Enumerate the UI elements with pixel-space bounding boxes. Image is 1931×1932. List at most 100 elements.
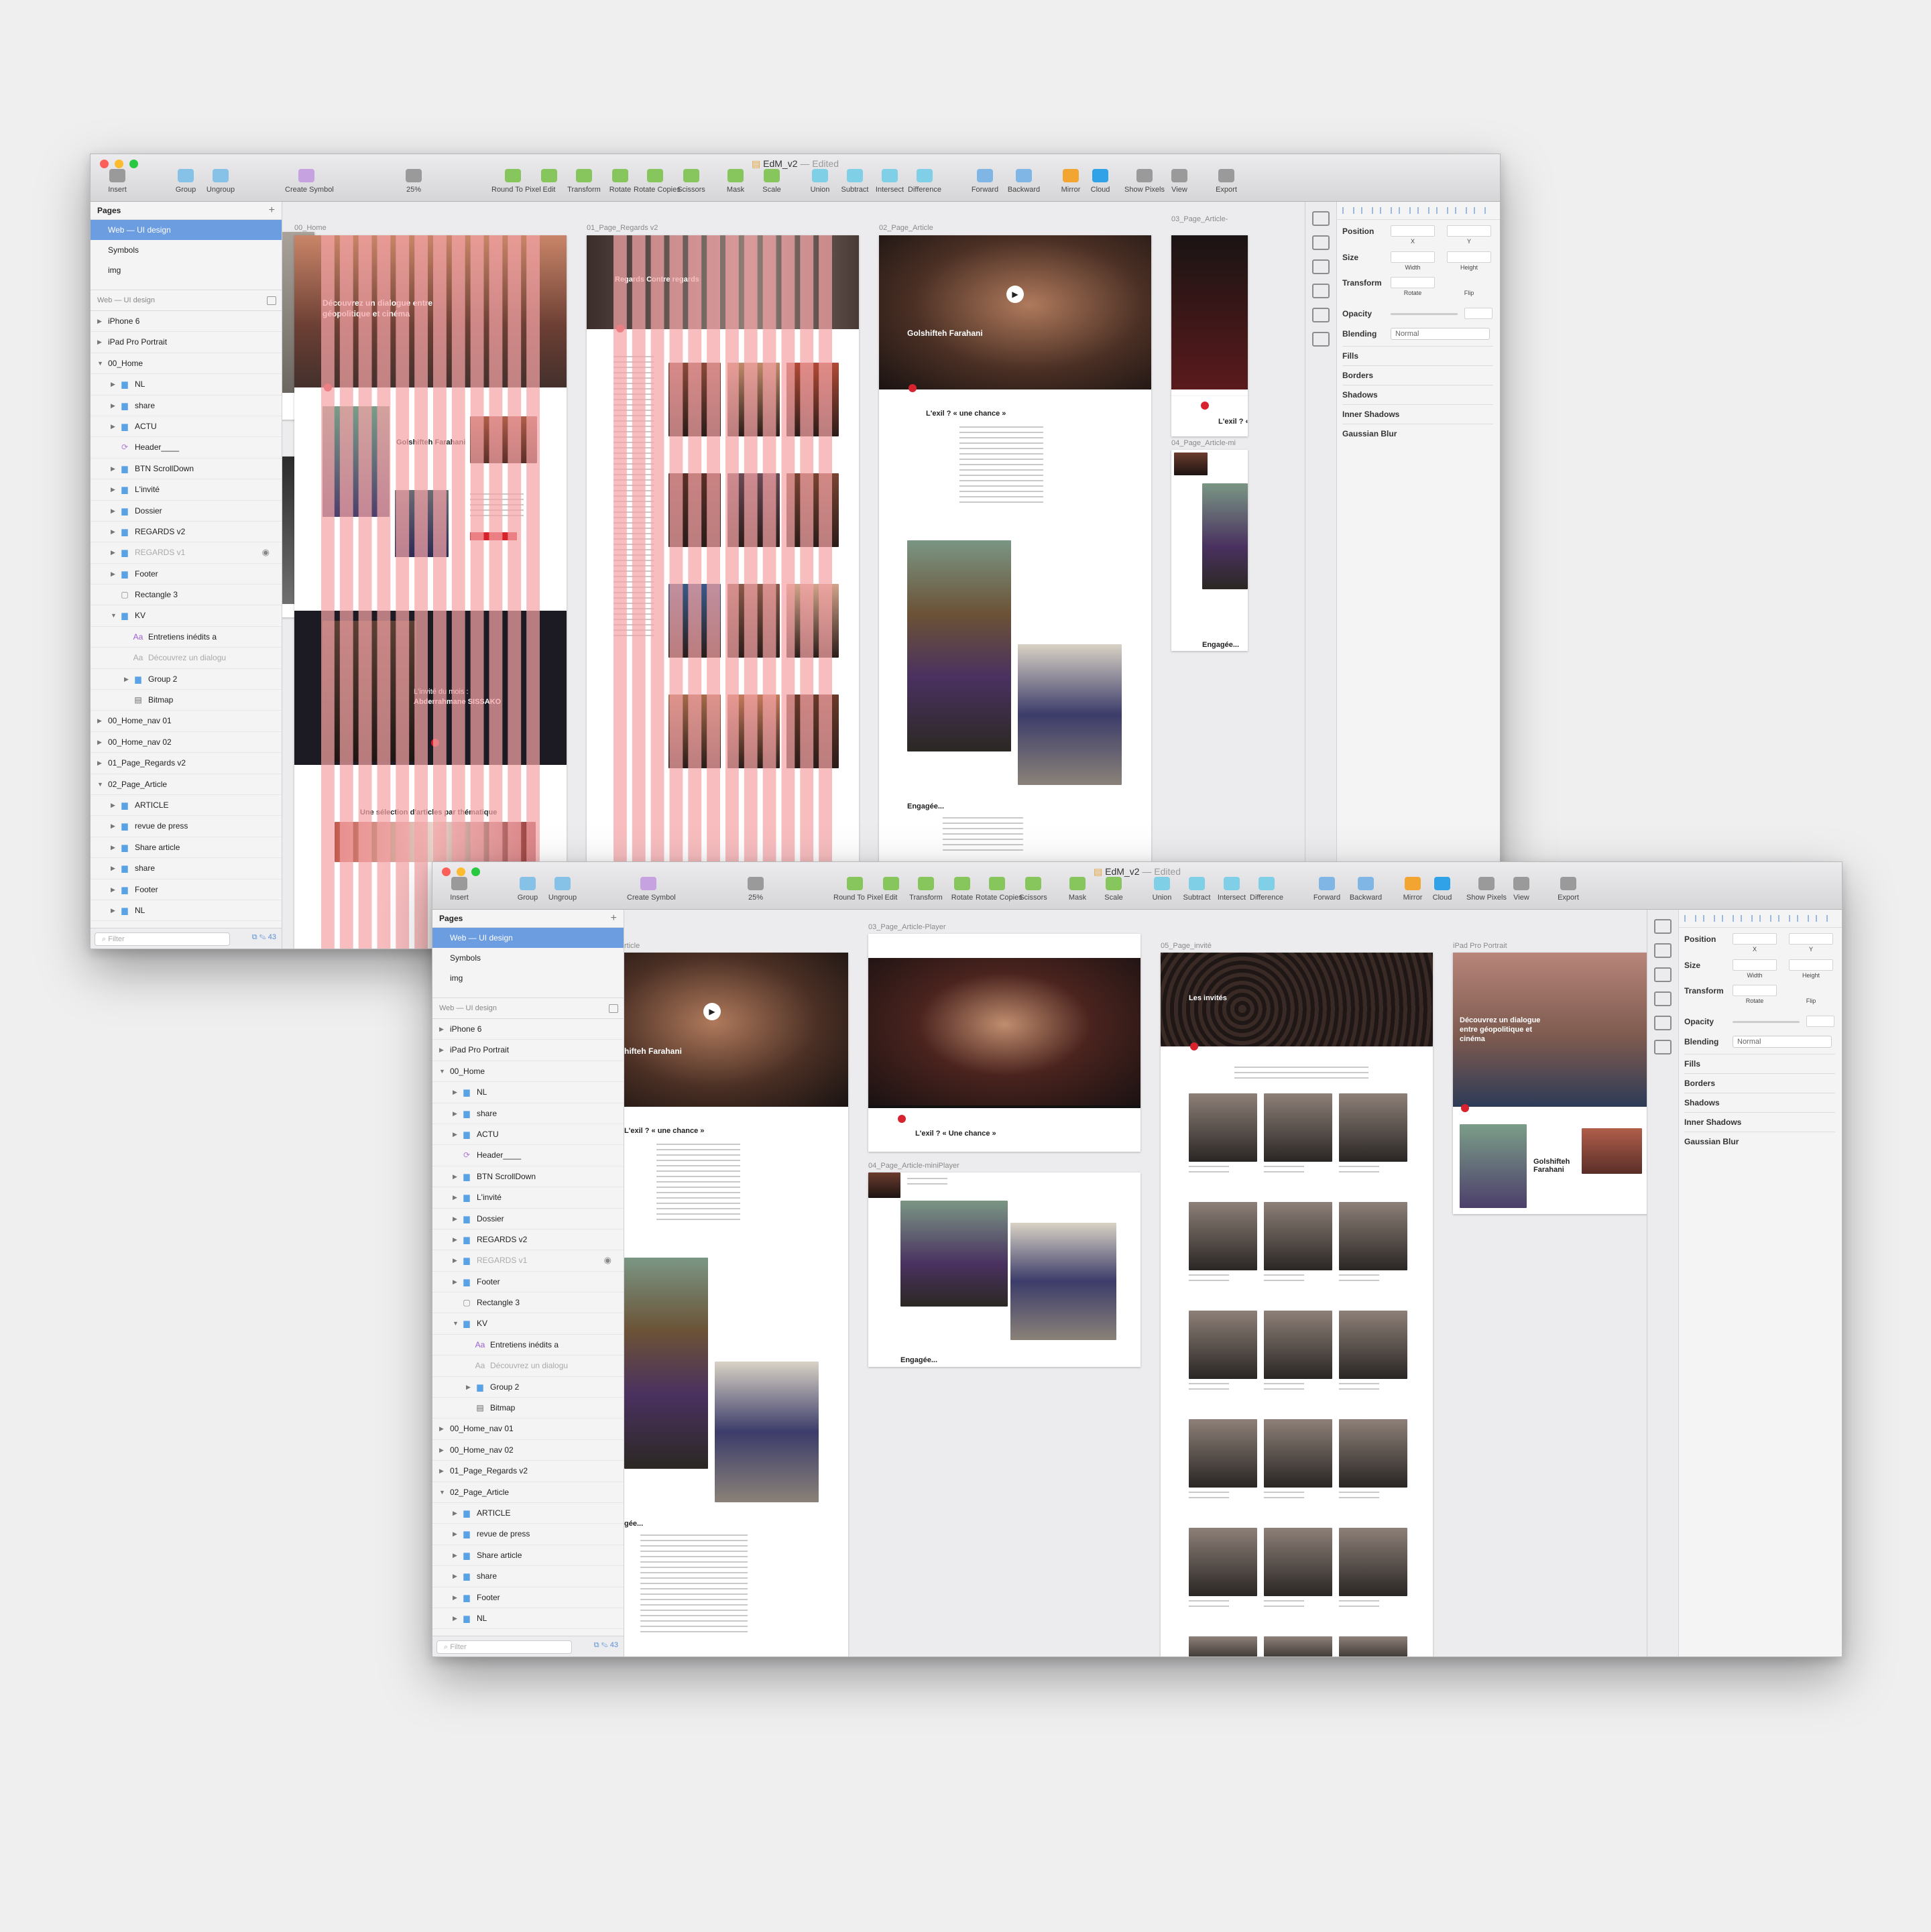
disclosure-closed-icon[interactable]: ▶ — [111, 396, 115, 416]
regards-thumbnail[interactable] — [668, 695, 721, 768]
disclosure-closed-icon[interactable]: ▶ — [111, 416, 115, 436]
disclosure-closed-icon[interactable]: ▶ — [439, 1019, 444, 1039]
export-arrow-icon[interactable] — [1654, 919, 1672, 934]
align-bottom-icon[interactable] — [1778, 915, 1790, 922]
disclosure-closed-icon[interactable]: ▶ — [453, 1503, 457, 1523]
toolbar-ungroup-button[interactable]: Ungroup — [541, 877, 584, 902]
layer-row[interactable]: ▶ 00_Home_nav 02 — [432, 1440, 624, 1461]
layer-row[interactable]: ▶ ▆ Share article — [91, 837, 282, 859]
disclosure-open-icon[interactable]: ▼ — [453, 1313, 459, 1333]
layer-row[interactable]: ▶ 00_Home_nav 01 — [91, 711, 282, 732]
disclosure-closed-icon[interactable]: ▶ — [124, 669, 129, 689]
export-arrow-icon[interactable] — [1312, 211, 1330, 226]
opacity-slider[interactable] — [1391, 313, 1458, 315]
toolbar-forward-button[interactable]: Forward — [1305, 877, 1348, 902]
align-middle-icon[interactable] — [1417, 207, 1429, 214]
canvas[interactable]: 00_Home Découvrez un dialogue entre géop… — [282, 202, 1305, 949]
toolbar-difference-button[interactable]: Difference — [1245, 877, 1288, 902]
disclosure-closed-icon[interactable]: ▶ — [111, 374, 115, 394]
guest-portrait[interactable] — [1339, 1419, 1407, 1488]
width-field[interactable] — [1391, 251, 1435, 263]
guest-portrait[interactable] — [1339, 1093, 1407, 1162]
disclosure-closed-icon[interactable]: ▶ — [453, 1103, 457, 1124]
toolbar-scale-button[interactable]: Scale — [750, 169, 793, 194]
disclosure-closed-icon[interactable]: ▶ — [97, 332, 102, 352]
layer-row[interactable]: ▢ Rectangle 3 — [91, 585, 282, 606]
layer-row[interactable]: ▶ ▆ BTN ScrollDown — [432, 1166, 624, 1188]
distribute-h-icon[interactable] — [1797, 915, 1809, 922]
layer-row[interactable]: ▶ ▆ share — [432, 1103, 624, 1124]
article-dot[interactable] — [909, 384, 917, 392]
regards-thumbnail[interactable] — [727, 473, 780, 547]
guest-portrait[interactable] — [1264, 1311, 1332, 1379]
play-icon[interactable]: ▶ — [703, 1003, 721, 1020]
disclosure-closed-icon[interactable]: ▶ — [97, 711, 102, 731]
disclosure-closed-icon[interactable]: ▶ — [111, 858, 115, 878]
regards-thumbnail[interactable] — [786, 473, 839, 547]
height-field[interactable] — [1447, 251, 1491, 263]
layer-row[interactable]: ⟳ Header____ — [91, 437, 282, 459]
toolbar-ungroup-button[interactable]: Ungroup — [199, 169, 242, 194]
regards-thumbnail[interactable] — [668, 584, 721, 658]
regards-dot[interactable] — [616, 324, 624, 333]
guest-portrait[interactable] — [1339, 1636, 1407, 1656]
guest-portrait[interactable] — [1189, 1419, 1257, 1488]
resize-icon[interactable] — [1654, 1016, 1672, 1030]
page-img[interactable]: img — [432, 968, 624, 988]
layer-row[interactable]: ▶ ▆ Share article — [432, 1545, 624, 1567]
page-img[interactable]: img — [91, 260, 282, 280]
layer-row[interactable]: ▶ ▆ ACTU — [432, 1124, 624, 1146]
layer-row[interactable]: ▶ ▆ REGARDS v1 ◉ — [432, 1250, 624, 1272]
guest-portrait[interactable] — [1264, 1528, 1332, 1596]
layer-row[interactable]: ▶ ▆ L'invité — [432, 1187, 624, 1209]
toolbar-insert-button[interactable]: Insert — [96, 169, 139, 194]
regards-thumbnail[interactable] — [668, 473, 721, 547]
gaussian-blur-section[interactable]: Gaussian Blur — [1342, 424, 1493, 444]
guest-play-dot[interactable] — [431, 739, 439, 747]
layer-row[interactable]: ▶ ▆ REGARDS v1 ◉ — [91, 542, 282, 564]
layer-row[interactable]: ▶ ▆ NL — [91, 900, 282, 922]
align-left-icon[interactable] — [1684, 915, 1696, 922]
disclosure-closed-icon[interactable]: ▶ — [111, 880, 115, 900]
layer-row[interactable]: ▶ iPad Pro Portrait — [91, 332, 282, 353]
distribute-h-icon[interactable] — [1455, 207, 1467, 214]
artboard-article-mini-cut[interactable]: Engagée... — [1171, 450, 1248, 651]
toolbar-create-symbol-button[interactable]: Create Symbol — [285, 169, 334, 194]
page-symbols[interactable]: Symbols — [432, 948, 624, 968]
player-dot[interactable] — [898, 1115, 906, 1123]
height-field[interactable] — [1789, 959, 1833, 971]
artboard-icon[interactable] — [1654, 991, 1672, 1006]
rotate-field[interactable] — [1391, 277, 1435, 288]
disclosure-closed-icon[interactable]: ▶ — [97, 753, 102, 773]
align-right-icon[interactable] — [1722, 915, 1734, 922]
layer-row[interactable]: Aa Entretiens inédits a — [91, 627, 282, 648]
guest-dot[interactable] — [1190, 1042, 1198, 1050]
disclosure-closed-icon[interactable]: ▶ — [111, 459, 115, 479]
position-x-field[interactable] — [1733, 933, 1777, 945]
disclosure-closed-icon[interactable]: ▶ — [97, 732, 102, 752]
layer-row[interactable]: ▶ ▆ ARTICLE — [432, 1503, 624, 1524]
toolbar-export-button[interactable]: Export — [1547, 877, 1590, 902]
artboard-ipad[interactable]: Découvrez un dialogue entre géopolitique… — [1453, 953, 1647, 1214]
disclosure-open-icon[interactable]: ▼ — [111, 605, 117, 625]
blending-select[interactable]: Normal — [1733, 1036, 1832, 1048]
layer-row[interactable]: ▶ ▆ ACTU — [91, 416, 282, 438]
play-icon[interactable]: ▶ — [1006, 286, 1024, 303]
layer-row[interactable]: ▶ ▆ REGARDS v2 — [91, 522, 282, 543]
disclosure-closed-icon[interactable]: ▶ — [439, 1440, 444, 1460]
align-middle-icon[interactable] — [1759, 915, 1771, 922]
layer-row[interactable]: ▤ Bitmap — [91, 690, 282, 711]
guest-portrait[interactable] — [1189, 1636, 1257, 1656]
toolbar-forward-button[interactable]: Forward — [963, 169, 1006, 194]
layer-row[interactable]: ▶ ▆ Dossier — [91, 501, 282, 522]
layer-row[interactable]: ▼ 02_Page_Article — [91, 774, 282, 795]
ipad-dot[interactable] — [1461, 1104, 1469, 1112]
align-left-icon[interactable] — [1342, 207, 1354, 214]
borders-section[interactable]: Borders — [1342, 365, 1493, 385]
layer-row[interactable]: Aa Entretiens inédits a — [432, 1335, 624, 1356]
crop-icon[interactable] — [1654, 1040, 1672, 1054]
layer-row[interactable]: ⟳ Header____ — [432, 1145, 624, 1166]
canvas[interactable]: rticle ▶ hifteh Farahani L'exil ? « une … — [624, 910, 1647, 1656]
regards-thumbnail[interactable] — [668, 363, 721, 436]
layer-row[interactable]: ▶ ▆ Footer — [432, 1272, 624, 1293]
